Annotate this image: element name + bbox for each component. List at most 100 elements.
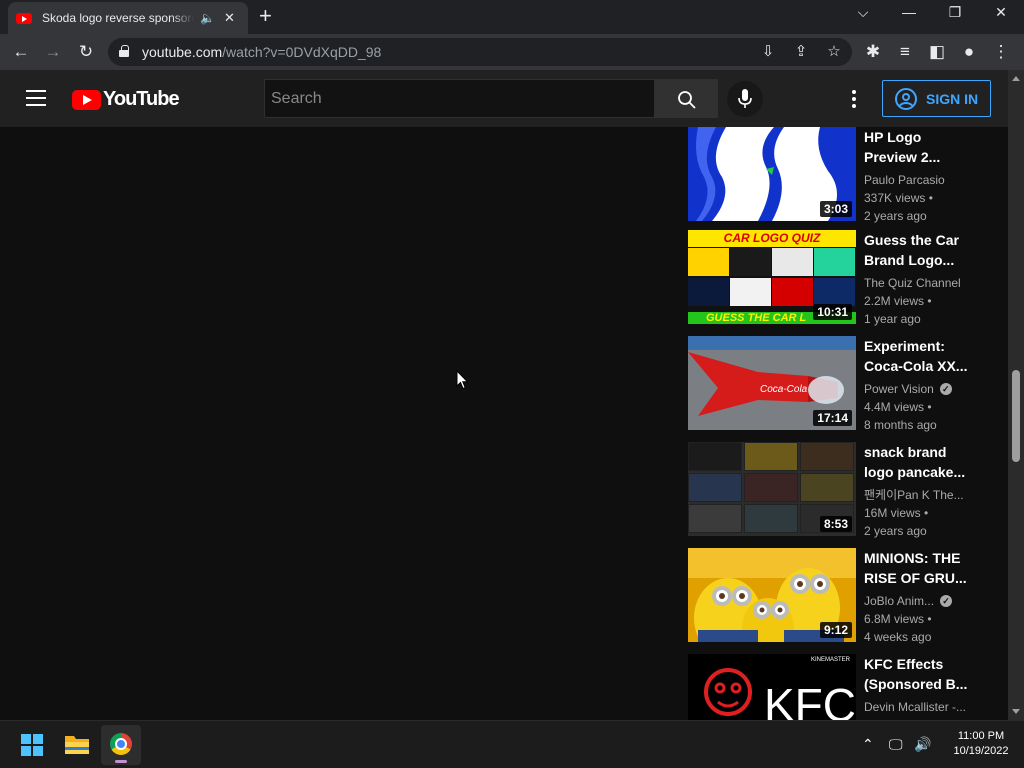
ferrari-logo-icon [688,248,729,276]
chrome-menu-icon[interactable]: ⋮ [990,41,1012,63]
video-thumbnail[interactable]: KINEMASTER KFC [688,654,856,720]
maximize-button[interactable]: ❐ [940,4,970,21]
channel-name[interactable]: Power Vision ✓ [864,380,974,398]
video-title[interactable]: HP Logo Preview 2... [864,127,974,167]
search-icon [678,91,696,109]
video-player-area[interactable] [0,127,676,720]
video-title[interactable]: KFC Effects (Sponsored B... [864,654,974,694]
account-circle-icon [895,87,917,110]
lock-icon[interactable] [119,45,129,57]
minimize-button[interactable]: — [894,4,924,20]
network-icon[interactable]: 🖵 [889,736,903,753]
video-meta: Experiment: Coca-Cola XX... Power Vision… [864,336,974,434]
view-count: 4.4M views • [864,400,932,414]
clock-date: 10/19/2022 [953,745,1009,757]
share-icon[interactable]: ⇪ [791,43,811,61]
video-title[interactable]: snack brand logo pancake... [864,442,974,482]
upload-age: 2 years ago [864,209,927,223]
nerds-logo-icon [800,473,854,502]
video-duration: 3:03 [819,201,852,217]
scroll-down-arrow-icon[interactable] [1012,709,1020,714]
recommendation-item[interactable]: CAR LOGO QUIZ GUESS THE CAR L 10:31 Gues… [688,230,1008,326]
video-meta: Guess the Car Brand Logo... The Quiz Cha… [864,230,974,328]
search-button[interactable] [655,79,718,118]
reload-icon[interactable]: ↻ [75,41,97,63]
tab-close-icon[interactable]: ✕ [224,10,235,26]
url-text[interactable]: youtube.com/watch?v=0DVdXqDD_98 [142,44,381,60]
scroll-up-arrow-icon[interactable] [1012,76,1020,81]
alfa-romeo-logo-icon [772,278,813,306]
bookmark-star-icon[interactable]: ☆ [824,43,844,61]
view-count: 16M views • [864,506,929,520]
extensions-puzzle-icon[interactable]: ✱ [862,41,884,63]
video-thumbnail[interactable]: 8:53 [688,442,856,536]
address-bar[interactable]: youtube.com/watch?v=0DVdXqDD_98 ⇩ ⇪ ☆ [108,38,852,66]
recommendation-item[interactable]: Coca-Cola 17:14 Experiment: Coca-Cola XX… [688,336,1008,432]
upload-age: 1 year ago [864,312,921,326]
side-panel-icon[interactable]: ◧ [926,41,948,63]
video-duration: 8:53 [819,516,852,532]
sign-in-button[interactable]: SIGN IN [882,80,991,117]
tab-search-icon[interactable]: ⌵ [848,4,878,21]
video-duration: 10:31 [813,304,852,320]
close-window-button[interactable]: ✕ [986,4,1016,21]
recommendation-item[interactable]: 8:53 snack brand logo pancake... 팬케이Pan … [688,442,1008,538]
channel-name[interactable]: JoBlo Anim... ✓ [864,592,974,610]
kfc-thumbnail-text: KFC [764,679,856,720]
guide-menu-icon[interactable] [26,90,46,106]
scrollbar-thumb[interactable] [1012,370,1020,462]
chrome-icon [110,733,132,755]
video-title[interactable]: Guess the Car Brand Logo... [864,230,974,270]
upload-age: 2 years ago [864,524,927,538]
youtube-logo-text: YouTube [103,88,180,110]
video-thumbnail[interactable]: Coca-Cola 17:14 [688,336,856,430]
file-explorer-icon[interactable] [64,733,90,755]
channel-name-text: Paulo Parcasio [864,173,945,187]
tab-audio-icon[interactable]: 🔈 [200,11,215,25]
channel-name-text: JoBlo Anim... [864,594,935,608]
channel-name[interactable]: 팬케이Pan K The... [864,486,974,504]
video-title[interactable]: MINIONS: THE RISE OF GRU... [864,548,974,588]
view-count: 2.2M views • [864,294,932,308]
voice-search-button[interactable] [727,81,763,117]
microphone-icon [738,89,752,108]
browser-tab[interactable]: Skoda logo reverse sponsored 🔈 ✕ [8,2,248,34]
back-arrow-icon[interactable]: ← [10,41,32,63]
video-meta: KFC Effects (Sponsored B... Devin Mcalli… [864,654,974,716]
youtube-play-icon [72,89,101,110]
page-scrollbar[interactable] [1008,70,1024,720]
channel-name[interactable]: The Quiz Channel [864,274,974,292]
video-thumbnail[interactable]: 3:03 [688,127,856,221]
volume-icon[interactable]: 🔊 [914,736,931,753]
url-path: /watch?v=0DVdXqDD_98 [222,44,382,60]
new-tab-button[interactable]: + [259,5,272,27]
show-hidden-icons-chevron-icon[interactable]: ⌃ [862,736,874,753]
video-title[interactable]: Experiment: Coca-Cola XX... [864,336,974,376]
search-box [264,79,655,118]
active-app-indicator [115,760,127,763]
view-count: 6.8M views • [864,612,932,626]
media-controls-icon[interactable]: ≡ [894,41,916,63]
video-duration: 9:12 [819,622,852,638]
channel-name[interactable]: Paulo Parcasio [864,171,974,189]
youtube-logo[interactable]: YouTube [72,88,180,111]
video-thumbnail[interactable]: CAR LOGO QUIZ GUESS THE CAR L 10:31 [688,230,856,324]
tesla-logo-icon [772,248,813,276]
settings-kebab-icon[interactable] [852,90,856,108]
forward-arrow-icon[interactable]: → [42,41,64,63]
cheetos-logo-icon [688,504,742,533]
system-clock[interactable]: 11:00 PM 10/19/2022 [946,729,1016,759]
recommendation-item[interactable]: KINEMASTER KFC KFC Effects (Sponsored B.… [688,654,1008,720]
verified-check-icon: ✓ [939,383,952,395]
browser-tab-strip: Skoda logo reverse sponsored 🔈 ✕ + ⌵ — ❐… [0,0,1024,34]
video-thumbnail[interactable]: 9:12 [688,548,856,642]
install-app-icon[interactable]: ⇩ [758,43,778,61]
search-input[interactable] [265,80,654,117]
profile-icon[interactable]: ● [958,41,980,63]
recommendation-item[interactable]: 9:12 MINIONS: THE RISE OF GRU... JoBlo A… [688,548,1008,644]
alfa-logo-icon [814,248,855,276]
windows-start-icon[interactable] [21,734,43,756]
recommendation-item[interactable]: 3:03 HP Logo Preview 2... Paulo Parcasio… [688,127,1008,223]
chrome-taskbar-button[interactable] [101,725,141,765]
channel-name[interactable]: Devin Mcallister -... [864,698,974,716]
